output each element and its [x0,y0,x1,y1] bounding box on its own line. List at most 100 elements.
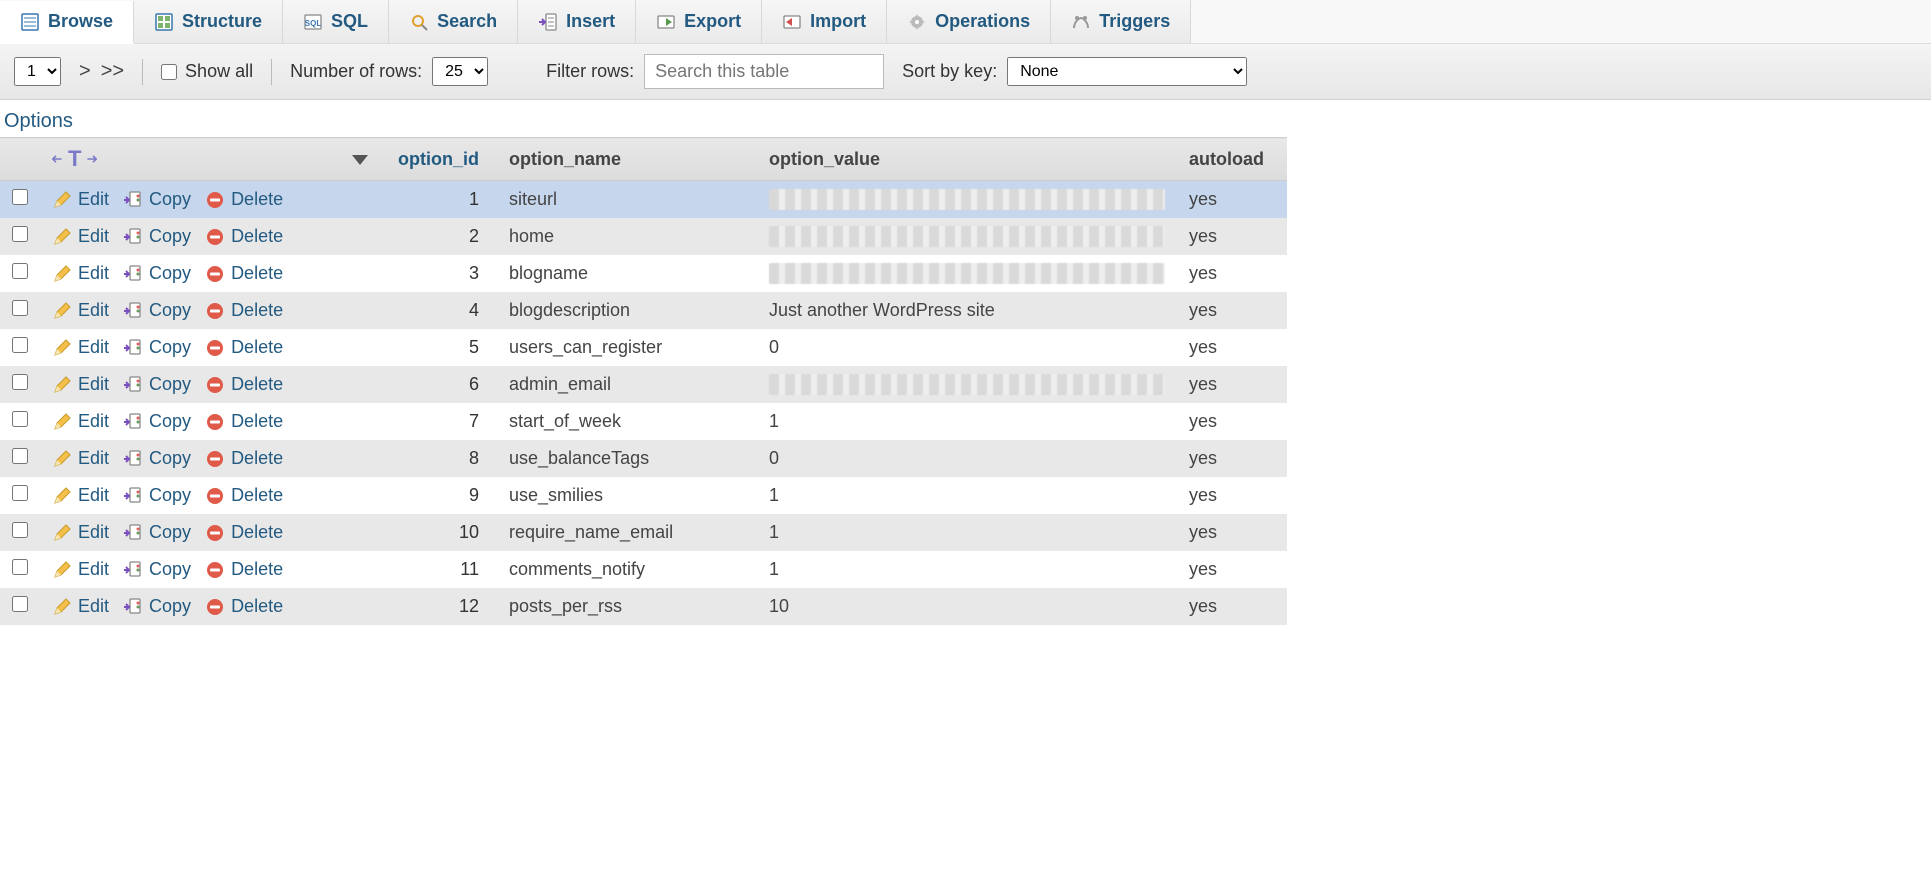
edit-button[interactable]: Edit [52,522,109,543]
export-icon [656,12,676,32]
copy-button[interactable]: Copy [123,485,191,506]
delete-label: Delete [231,337,283,358]
tab-label: Browse [48,11,113,32]
row-checkbox[interactable] [12,226,28,242]
row-checkbox[interactable] [12,559,28,575]
num-rows-select[interactable]: 25 [432,57,488,86]
tab-export[interactable]: Export [636,0,762,43]
redacted-value [769,374,1165,395]
delete-label: Delete [231,559,283,580]
delete-button[interactable]: Delete [205,374,283,395]
edit-label: Edit [78,411,109,432]
edit-button[interactable]: Edit [52,596,109,617]
cell-option-value: 1 [769,485,779,505]
tab-browse[interactable]: Browse [0,1,134,44]
sort-direction-indicator[interactable] [340,138,386,181]
delete-icon [205,227,225,247]
edit-button[interactable]: Edit [52,337,109,358]
delete-button[interactable]: Delete [205,263,283,284]
cell-option-id: 4 [386,292,497,329]
copy-button[interactable]: Copy [123,337,191,358]
col-actions-header: T [40,138,340,181]
delete-label: Delete [231,411,283,432]
copy-button[interactable]: Copy [123,411,191,432]
edit-button[interactable]: Edit [52,411,109,432]
delete-button[interactable]: Delete [205,448,283,469]
tab-structure[interactable]: Structure [134,0,283,43]
sort-by-key-label: Sort by key: [902,61,997,82]
col-option-name[interactable]: option_name [497,138,757,181]
cell-autoload: yes [1177,551,1287,588]
delete-icon [205,301,225,321]
edit-button[interactable]: Edit [52,559,109,580]
row-checkbox[interactable] [12,374,28,390]
filter-rows-label: Filter rows: [546,61,634,82]
copy-icon [123,412,143,432]
tab-insert[interactable]: Insert [518,0,636,43]
copy-button[interactable]: Copy [123,300,191,321]
row-checkbox[interactable] [12,448,28,464]
cell-autoload: yes [1177,366,1287,403]
tab-import[interactable]: Import [762,0,887,43]
delete-button[interactable]: Delete [205,189,283,210]
search-icon [409,12,429,32]
edit-button[interactable]: Edit [52,448,109,469]
tab-sql[interactable]: SQL [283,0,389,43]
show-all-checkbox[interactable] [161,64,177,80]
cell-autoload: yes [1177,255,1287,292]
cell-option-name: start_of_week [497,403,757,440]
delete-button[interactable]: Delete [205,411,283,432]
copy-button[interactable]: Copy [123,596,191,617]
row-checkbox[interactable] [12,263,28,279]
row-checkbox[interactable] [12,485,28,501]
next-page-button[interactable]: > [79,60,91,83]
col-option-value[interactable]: option_value [757,138,1177,181]
copy-button[interactable]: Copy [123,263,191,284]
tab-operations[interactable]: Operations [887,0,1051,43]
edit-button[interactable]: Edit [52,374,109,395]
delete-button[interactable]: Delete [205,300,283,321]
row-checkbox[interactable] [12,300,28,316]
copy-icon [123,449,143,469]
sort-by-key-select[interactable]: None [1007,57,1247,86]
copy-label: Copy [149,522,191,543]
row-checkbox[interactable] [12,337,28,353]
copy-button[interactable]: Copy [123,226,191,247]
copy-button[interactable]: Copy [123,559,191,580]
table-row: EditCopyDelete10require_name_email1yes [0,514,1287,551]
col-autoload[interactable]: autoload [1177,138,1287,181]
col-option-id[interactable]: option_id [386,138,497,181]
last-page-button[interactable]: >> [101,60,124,83]
tab-triggers[interactable]: Triggers [1051,0,1191,43]
delete-button[interactable]: Delete [205,596,283,617]
copy-button[interactable]: Copy [123,448,191,469]
delete-button[interactable]: Delete [205,559,283,580]
delete-icon [205,449,225,469]
options-link[interactable]: Options [0,100,1931,137]
filter-rows-input[interactable] [644,54,884,89]
delete-button[interactable]: Delete [205,485,283,506]
row-checkbox[interactable] [12,522,28,538]
edit-button[interactable]: Edit [52,263,109,284]
page-select[interactable]: 1 [14,57,61,86]
edit-button[interactable]: Edit [52,189,109,210]
copy-button[interactable]: Copy [123,522,191,543]
tab-search[interactable]: Search [389,0,518,43]
pencil-icon [52,560,72,580]
row-checkbox[interactable] [12,411,28,427]
edit-button[interactable]: Edit [52,485,109,506]
delete-button[interactable]: Delete [205,522,283,543]
row-checkbox[interactable] [12,189,28,205]
column-order-toggle[interactable]: T [52,146,328,172]
table-row: EditCopyDelete6admin_email yes [0,366,1287,403]
edit-button[interactable]: Edit [52,226,109,247]
pencil-icon [52,597,72,617]
cell-option-id: 9 [386,477,497,514]
row-checkbox[interactable] [12,596,28,612]
edit-button[interactable]: Edit [52,300,109,321]
copy-button[interactable]: Copy [123,189,191,210]
delete-button[interactable]: Delete [205,337,283,358]
copy-button[interactable]: Copy [123,374,191,395]
delete-button[interactable]: Delete [205,226,283,247]
copy-label: Copy [149,596,191,617]
